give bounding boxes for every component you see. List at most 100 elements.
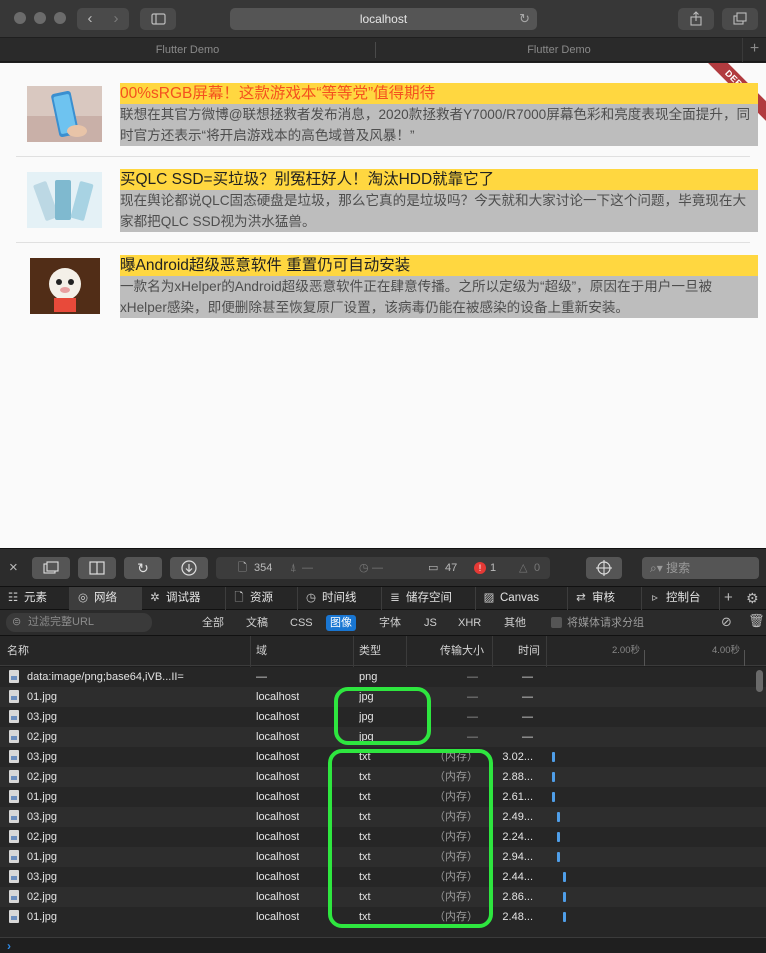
trash-icon[interactable]: 🗑 — [748, 613, 765, 629]
tab-console[interactable]: ▹ 控制台 — [642, 587, 720, 610]
close-window-button[interactable] — [14, 12, 26, 24]
image-file-icon — [9, 670, 19, 683]
devtools-search-input[interactable]: ⌕▾ 搜索 — [642, 557, 759, 579]
news-thumbnail — [27, 86, 102, 142]
waterfall-gridline — [644, 650, 645, 666]
minimize-window-button[interactable] — [34, 12, 46, 24]
error-count[interactable]: 1 — [490, 557, 496, 579]
table-scrollbar[interactable] — [756, 670, 763, 692]
filter-fonts[interactable]: 字体 — [375, 615, 405, 631]
cell-size: — — [467, 671, 478, 683]
inspect-element-button[interactable] — [586, 557, 622, 579]
close-devtools-icon[interactable]: × — [9, 557, 18, 579]
tab-label: 调试器 — [166, 592, 201, 604]
column-name[interactable]: 名称 — [7, 636, 29, 666]
network-table-header: 名称 域 类型 传输大小 时间 2.00秒 4.00秒 — [0, 636, 766, 666]
column-size[interactable]: 传输大小 — [440, 636, 484, 666]
transfer-value: — — [302, 562, 313, 574]
console-messages-icon[interactable]: ▭ — [428, 557, 438, 579]
cell-name: 02.jpg — [27, 731, 57, 743]
cell-domain: localhost — [256, 731, 300, 743]
cell-domain: localhost — [256, 711, 300, 723]
image-file-icon — [9, 910, 19, 923]
back-icon[interactable]: ‹ — [77, 8, 103, 30]
cell-domain: — — [256, 671, 267, 683]
group-media-checkbox[interactable] — [551, 617, 562, 628]
cell-name: 03.jpg — [27, 711, 57, 723]
cell-time: 2.94... — [502, 851, 533, 863]
column-time[interactable]: 时间 — [518, 636, 540, 666]
tab-network[interactable]: ◎ 网络 — [70, 587, 142, 610]
tab-audit[interactable]: ⇄ 审核 — [568, 587, 642, 610]
tab-elements[interactable]: ☷ 元素 — [0, 587, 70, 610]
news-item[interactable]: 买QLC SSD=买垃圾？别冤枉好人！淘汰HDD就靠它了 现在舆论都说QLC固态… — [16, 157, 758, 243]
waterfall-bar — [557, 852, 560, 862]
filter-js[interactable]: JS — [420, 615, 441, 631]
split-view-button[interactable] — [78, 557, 116, 579]
reload-icon[interactable]: ↻ — [519, 8, 530, 30]
console-icon: ▹ — [652, 592, 658, 604]
resource-count: 354 — [254, 562, 273, 574]
column-domain[interactable]: 域 — [256, 636, 267, 666]
forward-icon[interactable]: › — [103, 8, 129, 30]
cell-time: 2.88... — [502, 771, 533, 783]
filter-other[interactable]: 其他 — [500, 615, 530, 631]
filter-images[interactable]: 图像 — [326, 615, 356, 631]
warning-count[interactable]: 0 — [534, 557, 540, 579]
network-filterbar: ⊜ 过滤完整URL 全部 文稿 CSS 图像 字体 JS XHR 其他 将媒体请… — [0, 610, 766, 636]
disable-cache-icon[interactable]: ⊘ — [721, 614, 732, 630]
cell-domain: localhost — [256, 811, 300, 823]
tabs-overview-button[interactable] — [722, 8, 758, 30]
tab-canvas[interactable]: ▨ Canvas — [476, 587, 568, 610]
tab-debugger[interactable]: ✲ 调试器 — [142, 587, 226, 610]
tab-label: 时间线 — [322, 592, 357, 604]
cell-time: 2.48... — [502, 911, 533, 923]
database-icon: ≣ — [390, 592, 400, 604]
tab-storage[interactable]: ≣ 储存空间 — [382, 587, 476, 610]
page-viewport: DEBUG 00%sRGB屏幕！这款游戏本“等等党”值得期待 联想在其官方微博@… — [0, 63, 766, 548]
image-file-icon — [9, 830, 19, 843]
news-item[interactable]: 曝Android超级恶意软件 重置仍可自动安装 一款名为xHelper的Andr… — [16, 243, 758, 323]
document-icon: 🗋 — [238, 562, 247, 574]
tab-resources[interactable]: 🗋 资源 — [226, 587, 298, 610]
cell-name: 03.jpg — [27, 871, 57, 883]
search-placeholder: 搜索 — [666, 561, 691, 575]
tab-timeline[interactable]: ◷ 时间线 — [298, 587, 382, 610]
cell-name: 01.jpg — [27, 791, 57, 803]
zoom-window-button[interactable] — [54, 12, 66, 24]
settings-gear-icon[interactable]: ⚙ — [746, 587, 759, 610]
cell-domain: localhost — [256, 831, 300, 843]
download-button[interactable] — [170, 557, 208, 579]
warning-icon[interactable]: △ — [519, 557, 527, 579]
sidebar-toggle-button[interactable] — [140, 8, 176, 30]
console-input[interactable]: › — [0, 937, 766, 953]
dock-button[interactable] — [32, 557, 70, 579]
url-filter-input[interactable]: ⊜ 过滤完整URL — [6, 613, 152, 632]
new-tab-button[interactable]: + — [742, 38, 766, 62]
filter-documents[interactable]: 文稿 — [242, 615, 272, 631]
tabs-overview-icon — [733, 12, 747, 25]
news-description: 现在舆论都说QLC固态硬盘是垃圾，那么它真的是垃圾吗？今天就和大家讨论一下这个问… — [120, 190, 758, 232]
cell-name: 01.jpg — [27, 691, 57, 703]
add-tab-icon[interactable]: + — [724, 587, 733, 609]
log-count[interactable]: 47 — [445, 557, 457, 579]
filter-xhr[interactable]: XHR — [454, 615, 485, 631]
reload-page-button[interactable]: ↻ — [124, 557, 162, 579]
image-file-icon — [9, 790, 19, 803]
cell-time: 2.24... — [502, 831, 533, 843]
address-bar[interactable]: localhost ↻ — [230, 8, 537, 30]
column-type[interactable]: 类型 — [359, 636, 381, 666]
error-icon[interactable]: ! — [474, 562, 486, 574]
cell-name: 03.jpg — [27, 811, 57, 823]
filter-css[interactable]: CSS — [286, 615, 317, 631]
navigation-buttons: ‹ › — [77, 8, 129, 30]
browser-tab[interactable]: Flutter Demo — [376, 38, 742, 62]
image-file-icon — [9, 710, 19, 723]
browser-tab[interactable]: Flutter Demo — [0, 38, 375, 62]
tab-label: Canvas — [500, 592, 539, 604]
news-thumbnail — [30, 258, 100, 314]
table-row[interactable]: data:image/png;base64,iVB...II= — png — — — [0, 667, 766, 687]
filter-all[interactable]: 全部 — [198, 615, 228, 631]
share-button[interactable] — [678, 8, 714, 30]
news-item[interactable]: 00%sRGB屏幕！这款游戏本“等等党”值得期待 联想在其官方微博@联想拯救者发… — [16, 73, 758, 157]
